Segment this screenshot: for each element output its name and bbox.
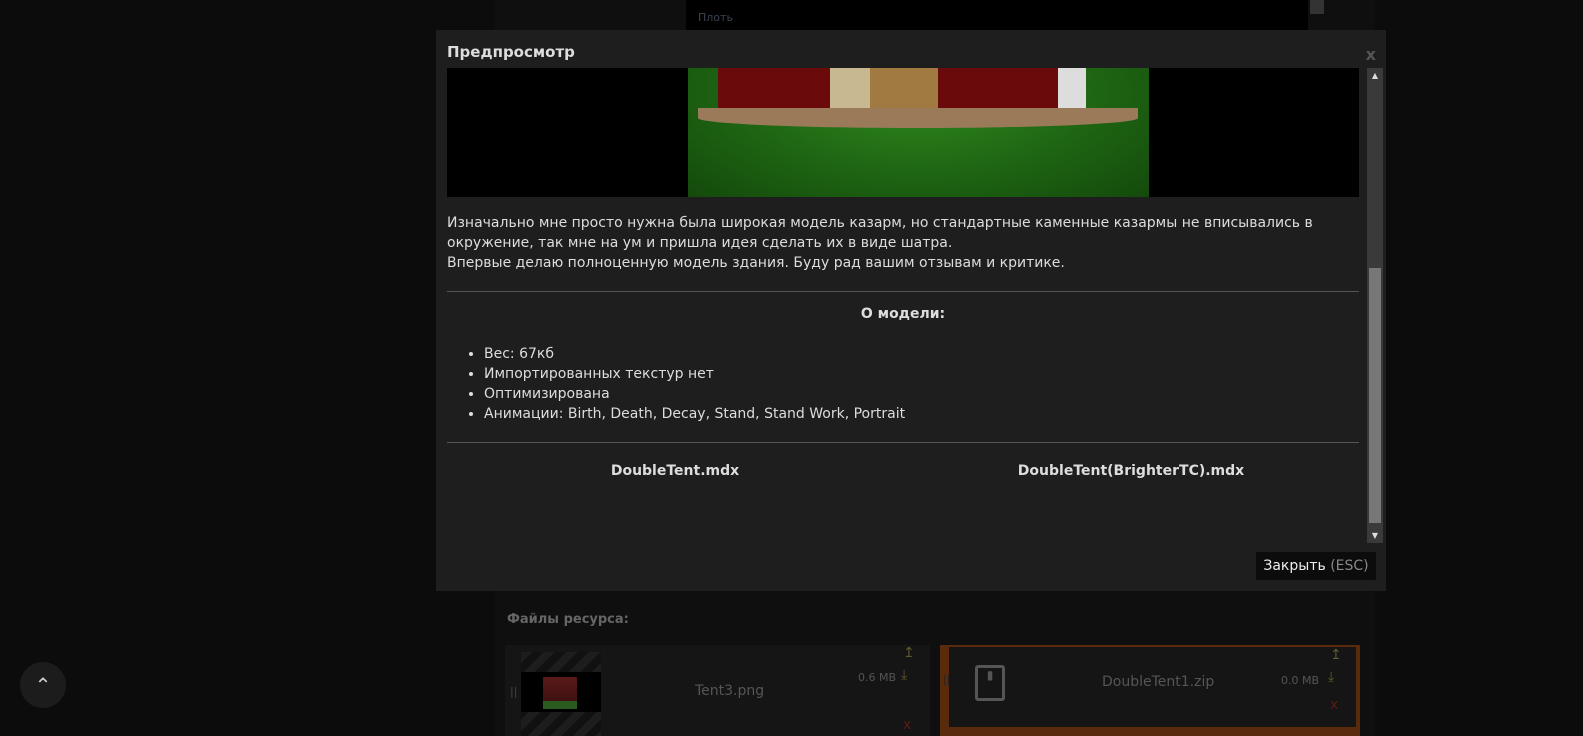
scroll-thumb[interactable] [1369, 268, 1381, 523]
list-item: Оптимизирована [484, 384, 1359, 404]
download-links: DoubleTent.mdx DoubleTent(BrighterTC).md… [447, 463, 1359, 479]
description: Изначально мне просто нужна была широкая… [447, 215, 1313, 271]
modal-scrollbar[interactable]: ▲ ▼ [1367, 68, 1383, 543]
delete-icon[interactable]: x [1330, 697, 1338, 713]
divider [447, 442, 1359, 443]
zip-file-icon: ▮ [975, 665, 1005, 701]
files-label: Файлы ресурса: [507, 612, 629, 627]
about-heading: О модели: [860, 306, 946, 322]
modal-title: Предпросмотр [447, 43, 575, 61]
modal-content: Изначально мне просто нужна была широкая… [447, 68, 1359, 543]
download-icon[interactable]: ⤓ [901, 667, 907, 683]
file-size: 0.0 MB [1281, 674, 1320, 687]
divider [447, 291, 1359, 292]
download-link[interactable]: DoubleTent.mdx [447, 463, 903, 479]
model-preview-image [447, 68, 1359, 197]
upload-icon[interactable]: ↥ [903, 645, 915, 661]
background-field: Плоть [686, 0, 1308, 30]
download-icon[interactable]: ⤓ [1328, 669, 1334, 685]
preview-modal: Предпросмотр x Изначально мне просто нуж… [436, 30, 1386, 591]
file-size: 0.6 MB [858, 671, 897, 684]
file-card: || Tent3.png 0.6 MB ↥ ⤓ x [505, 645, 930, 736]
background-scrollbar[interactable] [1310, 0, 1324, 14]
list-item: Анимации: Birth, Death, Decay, Stand, St… [484, 404, 1359, 424]
drag-handle-icon[interactable]: || [510, 685, 517, 698]
upload-icon[interactable]: ↥ [1330, 647, 1342, 663]
close-icon[interactable]: x [1366, 45, 1376, 64]
list-item: Импортированных текстур нет [484, 364, 1359, 384]
delete-icon[interactable]: x [903, 717, 911, 733]
file-name[interactable]: Tent3.png [695, 683, 764, 699]
close-label: Закрыть [1263, 558, 1326, 574]
download-link[interactable]: DoubleTent(BrighterTC).mdx [903, 463, 1359, 479]
scroll-to-top-button[interactable]: ⌃ [20, 662, 66, 708]
scroll-up-icon[interactable]: ▲ [1367, 71, 1383, 80]
field-text: Плоть [698, 11, 733, 24]
file-name[interactable]: DoubleTent1.zip [1102, 674, 1214, 690]
about-list: Вес: 67кб Импортированных текстур нет Оп… [447, 344, 1359, 424]
close-button[interactable]: Закрыть (ESC) [1256, 552, 1376, 580]
scroll-down-icon[interactable]: ▼ [1367, 531, 1383, 540]
file-card-selected: || ▮ DoubleTent1.zip 0.0 MB ↥ ⤓ x [940, 645, 1360, 736]
list-item: Вес: 67кб [484, 344, 1359, 364]
close-hint: (ESC) [1330, 558, 1369, 574]
file-thumbnail [521, 652, 601, 736]
